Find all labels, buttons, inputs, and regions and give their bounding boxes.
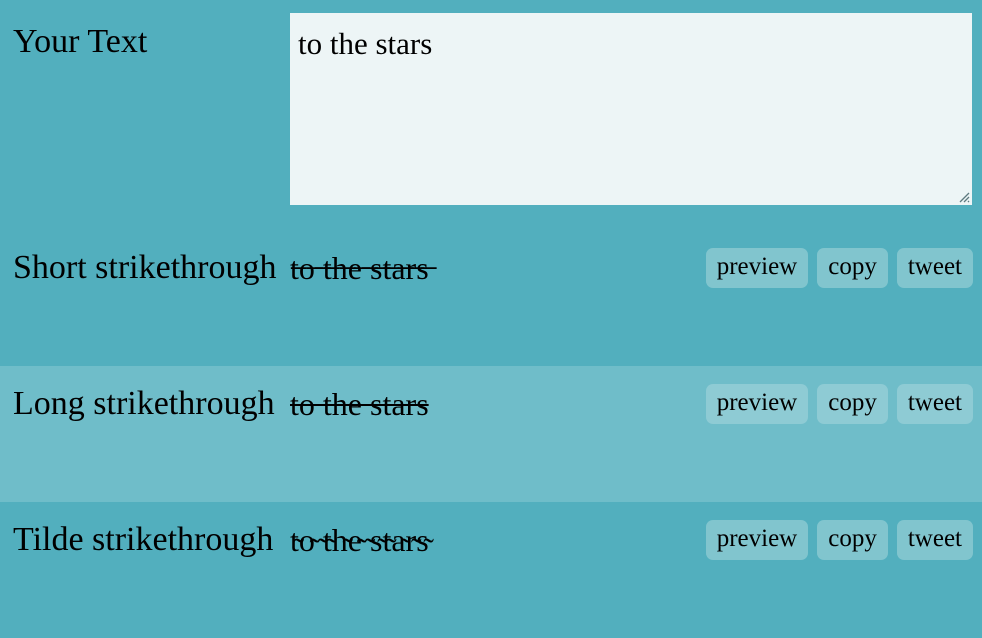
preview-button[interactable]: preview (705, 520, 809, 560)
tweet-button[interactable]: tweet (896, 520, 973, 560)
tweet-button[interactable]: tweet (896, 248, 973, 288)
input-row: Your Text (0, 0, 982, 230)
result-row-actions: preview copy tweet (705, 520, 973, 560)
result-row-label: Short strikethrough (13, 249, 277, 286)
result-row-short: Short strikethrough t̶o̶ ̶t̶h̶e̶ ̶s̶t̶a̶… (0, 230, 982, 366)
result-row-label: Long strikethrough (13, 385, 275, 422)
result-row-tilde: Tilde strikethrough t̴o̴ ̴t̴h̴e̴ ̴s̴t̴a̴… (0, 502, 982, 638)
preview-button[interactable]: preview (705, 384, 809, 424)
copy-button[interactable]: copy (817, 520, 888, 560)
strikethrough-generator-page: Your Text Short strikethrough t̶o̶ ̶t̶h̶… (0, 0, 982, 638)
result-row-long: Long strikethrough to the stars preview … (0, 366, 982, 502)
result-row-actions: preview copy tweet (705, 248, 973, 288)
text-input[interactable] (290, 13, 972, 205)
result-row-actions: preview copy tweet (705, 384, 973, 424)
tweet-button[interactable]: tweet (896, 384, 973, 424)
copy-button[interactable]: copy (817, 248, 888, 288)
copy-button[interactable]: copy (817, 384, 888, 424)
result-output-text: t̴o̴ ̴t̴h̴e̴ ̴s̴t̴a̴r̴s̴ (290, 522, 429, 558)
result-output-text: t̶o̶ ̶t̶h̶e̶ ̶s̶t̶a̶r̶s̶ (290, 250, 429, 286)
preview-button[interactable]: preview (705, 248, 809, 288)
text-input-wrapper (290, 13, 972, 205)
result-row-label: Tilde strikethrough (13, 521, 274, 558)
result-output-text: to the stars (290, 386, 429, 422)
input-row-label: Your Text (13, 23, 148, 60)
